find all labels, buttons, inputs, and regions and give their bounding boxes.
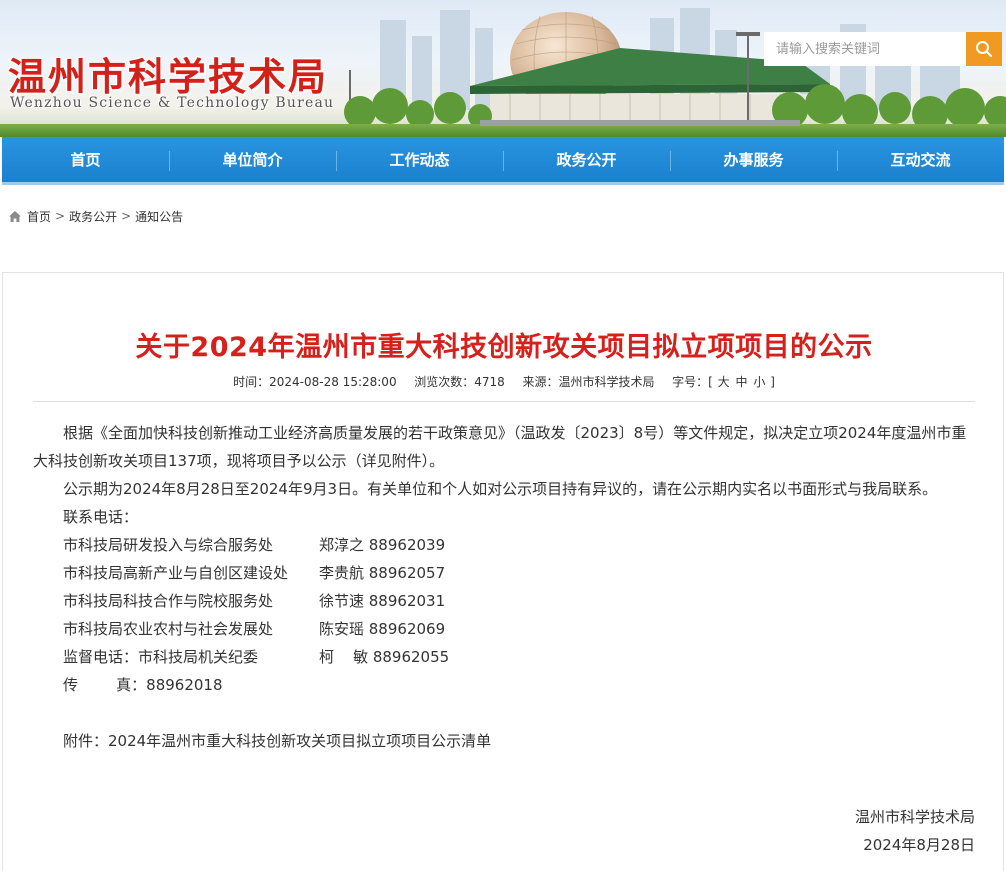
contact-person: 陈安瑶 88962069 — [319, 620, 446, 638]
contact-dept: 监督电话：市科技局机关纪委 — [63, 648, 259, 666]
breadcrumb-separator: > — [121, 209, 132, 223]
contact-row: 市科技局科技合作与院校服务处 徐节速 88962031 — [33, 587, 975, 615]
fax-line: 传 真：88962018 — [63, 676, 223, 694]
nav-item-services[interactable]: 办事服务 — [670, 137, 837, 182]
main-nav: 首页 单位简介 工作动态 政务公开 办事服务 互动交流 — [2, 137, 1004, 185]
nav-item-home[interactable]: 首页 — [2, 137, 169, 182]
contact-dept: 市科技局高新产业与自创区建设处 — [63, 564, 289, 582]
search-button[interactable] — [966, 32, 1002, 66]
breadcrumb: 首页 > 政务公开 > 通知公告 — [8, 207, 183, 225]
breadcrumb-home[interactable]: 首页 — [27, 208, 51, 225]
meta-time: 2024-08-28 15:28:00 — [269, 375, 397, 389]
nav-item-news[interactable]: 工作动态 — [336, 137, 503, 182]
search-icon — [976, 41, 993, 58]
signature-date: 2024年8月28日 — [863, 836, 975, 854]
contact-row: 市科技局研发投入与综合服务处 郑淳之 88962039 — [33, 531, 975, 559]
site-banner: 温州市科学技术局 Wenzhou Science & Technology Bu… — [0, 0, 1006, 137]
contact-dept: 市科技局研发投入与综合服务处 — [63, 536, 274, 554]
meta-fontsize-end: ] — [770, 375, 775, 389]
contact-person: 柯 敏 88962055 — [319, 648, 450, 666]
attachment-link[interactable]: 附件：2024年温州市重大科技创新攻关项目拟立项项目公示清单 — [33, 727, 975, 755]
breadcrumb-government-affairs[interactable]: 政务公开 — [69, 208, 117, 225]
article-title: 关于2024年温州市重大科技创新攻关项目拟立项项目的公示 — [135, 332, 873, 363]
paragraph-period: 公示期为2024年8月28日至2024年9月3日。有关单位和个人如对公示项目持有… — [63, 480, 938, 498]
contact-person: 徐节速 88962031 — [319, 592, 446, 610]
meta-time-label: 时间： — [233, 375, 270, 389]
contact-person: 李贵航 88962057 — [319, 564, 446, 582]
meta-views: 4718 — [474, 375, 505, 389]
nav-item-interaction[interactable]: 互动交流 — [837, 137, 1004, 182]
nav-item-about[interactable]: 单位简介 — [169, 137, 336, 182]
breadcrumb-notices[interactable]: 通知公告 — [135, 208, 183, 225]
home-icon — [9, 210, 21, 222]
paragraph-basis: 根据《全面加快科技创新推动工业经济高质量发展的若干政策意见》（温政发〔2023〕… — [33, 424, 967, 470]
contact-dept: 市科技局农业农村与社会发展处 — [63, 620, 274, 638]
contact-row: 市科技局农业农村与社会发展处 陈安瑶 88962069 — [33, 615, 975, 643]
meta-source-label: 来源： — [522, 375, 559, 389]
article-divider — [33, 401, 975, 402]
search-input[interactable] — [764, 32, 966, 66]
contact-row: 市科技局高新产业与自创区建设处 李贵航 88962057 — [33, 559, 975, 587]
contact-label: 联系电话： — [63, 508, 139, 526]
font-size-large-link[interactable]: 大 — [717, 375, 731, 389]
meta-views-label: 浏览次数： — [414, 375, 475, 389]
site-title: 温州市科学技术局 — [8, 54, 329, 99]
article-panel: 关于2024年温州市重大科技创新攻关项目拟立项项目的公示 时间：2024-08-… — [2, 272, 1004, 871]
contact-row: 监督电话：市科技局机关纪委 柯 敏 88962055 — [33, 643, 975, 671]
font-size-small-link[interactable]: 小 — [752, 375, 766, 389]
site-subtitle: Wenzhou Science & Technology Bureau — [10, 95, 335, 111]
search-box — [764, 32, 1002, 66]
breadcrumb-separator: > — [55, 209, 66, 223]
article-content: 根据《全面加快科技创新推动工业经济高质量发展的若干政策意见》（温政发〔2023〕… — [33, 419, 975, 859]
nav-item-government-affairs[interactable]: 政务公开 — [503, 137, 670, 182]
meta-fontsize-label: 字号：[ — [672, 375, 713, 389]
article-meta: 时间：2024-08-28 15:28:00 浏览次数：4718 来源：温州市科… — [3, 373, 1005, 390]
meta-source: 温州市科学技术局 — [558, 375, 655, 389]
font-size-medium-link[interactable]: 中 — [735, 375, 749, 389]
signature-org: 温州市科学技术局 — [854, 808, 975, 826]
contact-dept: 市科技局科技合作与院校服务处 — [63, 592, 274, 610]
contact-person: 郑淳之 88962039 — [319, 536, 446, 554]
